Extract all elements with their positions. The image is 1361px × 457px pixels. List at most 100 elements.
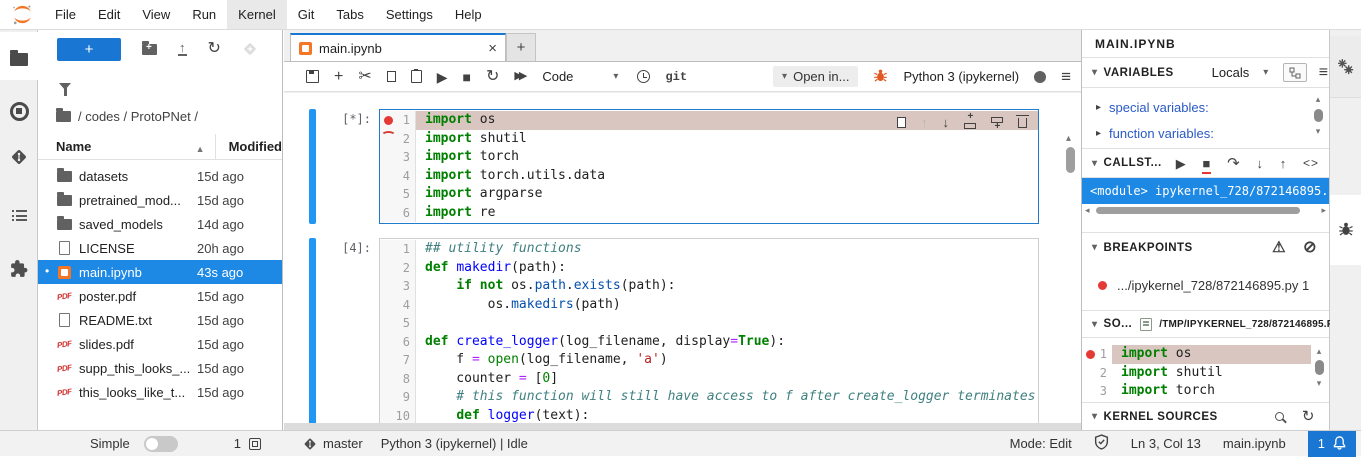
- insert-cell-below-icon[interactable]: [991, 117, 1003, 123]
- file-row[interactable]: PDFsupp_this_looks_...15d ago: [38, 356, 282, 380]
- breakpoint-gutter[interactable]: [380, 167, 396, 186]
- menu-item-kernel[interactable]: Kernel: [227, 0, 287, 29]
- deactivate-breakpoints-icon[interactable]: ⊘: [1303, 240, 1317, 256]
- scroll-up-icon[interactable]: ▴: [1066, 133, 1071, 144]
- git-clone-button[interactable]: [242, 41, 258, 57]
- refresh-icon[interactable]: ↻: [1302, 409, 1315, 424]
- kernel-name[interactable]: Python 3 (ipykernel): [903, 69, 1019, 84]
- scroll-up-icon[interactable]: ▴: [1312, 94, 1324, 105]
- tree-view-button[interactable]: [1283, 63, 1307, 82]
- cell-type-dropdown[interactable]: Code ▾: [538, 68, 622, 85]
- step-out-icon[interactable]: ↑: [1280, 157, 1287, 170]
- file-browser-tab[interactable]: [0, 44, 38, 74]
- menu-item-edit[interactable]: Edit: [87, 0, 131, 29]
- collapse-icon[interactable]: ▾: [1092, 319, 1098, 330]
- breakpoint-gutter[interactable]: [1082, 345, 1098, 364]
- run-cell-button[interactable]: ▶: [437, 70, 448, 84]
- file-row[interactable]: PDFthis_looks_like_t...15d ago: [38, 380, 282, 404]
- menu-item-settings[interactable]: Settings: [375, 0, 444, 29]
- variable-row[interactable]: ▸special variables:: [1082, 94, 1329, 120]
- continue-icon[interactable]: ▶: [1176, 157, 1187, 170]
- breakpoint-row[interactable]: .../ipykernel_728/872146895.py 1: [1082, 272, 1329, 298]
- new-tab-button[interactable]: +: [506, 33, 536, 61]
- delete-cell-icon[interactable]: [1018, 118, 1027, 128]
- collapse-icon[interactable]: ▾: [1092, 242, 1098, 253]
- scrollbar-thumb[interactable]: [1096, 207, 1300, 214]
- scroll-down-icon[interactable]: ▾: [1313, 378, 1325, 389]
- kernel-sources-section-header[interactable]: ▾ KERNEL SOURCES ↻: [1082, 402, 1329, 430]
- menu-item-view[interactable]: View: [131, 0, 181, 29]
- callstack-scrollbar[interactable]: ◂ ▸: [1082, 204, 1329, 216]
- menu-item-tabs[interactable]: Tabs: [325, 0, 374, 29]
- duplicate-cell-icon[interactable]: [897, 117, 906, 128]
- scope-dropdown[interactable]: Locals: [1212, 65, 1250, 80]
- cut-cells-button[interactable]: ✂: [358, 69, 371, 85]
- menu-item-run[interactable]: Run: [181, 0, 227, 29]
- callstack-section-header[interactable]: ▾ CALLST... ▶ ■ ↷ ↓ ↑ <>: [1082, 148, 1329, 178]
- tab-main-ipynb[interactable]: main.ipynb ×: [290, 33, 506, 61]
- cell-collapser[interactable]: [309, 238, 316, 423]
- scroll-right-icon[interactable]: ▸: [1321, 205, 1326, 216]
- column-modified[interactable]: Modified: [229, 139, 282, 154]
- breakpoint-gutter[interactable]: [1082, 364, 1098, 383]
- breakpoints-section-header[interactable]: ▾ BREAKPOINTS ⚠ ⊘: [1082, 232, 1329, 262]
- new-launcher-button[interactable]: +: [57, 38, 121, 61]
- collapse-icon[interactable]: ▾: [1092, 158, 1098, 169]
- property-inspector-tab[interactable]: [1330, 36, 1361, 98]
- column-name[interactable]: Name: [56, 139, 196, 154]
- move-cell-down-icon[interactable]: ↓: [943, 116, 950, 129]
- debugger-bug-icon[interactable]: [873, 68, 888, 86]
- kernel-status-text[interactable]: Python 3 (ipykernel) | Idle: [381, 436, 528, 451]
- file-row[interactable]: pretrained_mod...15d ago: [38, 188, 282, 212]
- git-tab[interactable]: [0, 142, 38, 172]
- table-view-icon[interactable]: ≡: [1319, 64, 1329, 82]
- step-in-icon[interactable]: ↓: [1256, 157, 1263, 170]
- menu-item-help[interactable]: Help: [444, 0, 493, 29]
- file-row[interactable]: LICENSE20h ago: [38, 236, 282, 260]
- callstack-frame[interactable]: <module> ipykernel_728/872146895.p: [1082, 178, 1329, 204]
- notebook-scrollbar[interactable]: ▴ ▾: [1063, 133, 1079, 423]
- cursor-position[interactable]: Ln 3, Col 13: [1131, 436, 1201, 451]
- expand-icon[interactable]: ▸: [1096, 128, 1101, 139]
- cell-collapser[interactable]: [309, 109, 316, 224]
- scrollbar-thumb[interactable]: [1066, 147, 1075, 173]
- simple-mode-toggle[interactable]: [144, 436, 178, 452]
- breakpoint-gutter[interactable]: [380, 204, 396, 223]
- refresh-button[interactable]: ↻: [208, 41, 221, 57]
- scroll-up-icon[interactable]: ▴: [1313, 346, 1325, 357]
- table-of-contents-tab[interactable]: [0, 200, 38, 230]
- notifications-badge[interactable]: 1: [1308, 431, 1356, 457]
- open-in-dropdown[interactable]: ▾ Open in...: [773, 66, 858, 87]
- sort-ascending-icon[interactable]: ▲: [196, 144, 205, 154]
- evaluate-code-icon[interactable]: <>: [1303, 156, 1319, 170]
- code-cell-1[interactable]: [*]: 1import os2import shutil3import tor…: [309, 109, 1039, 224]
- breadcrumb[interactable]: / codes / ProtoPNet /: [38, 104, 282, 128]
- insert-cell-button[interactable]: +: [334, 69, 343, 85]
- close-tab-icon[interactable]: ×: [488, 40, 497, 57]
- file-row[interactable]: saved_models14d ago: [38, 212, 282, 236]
- breakpoint-gutter[interactable]: [380, 148, 396, 167]
- new-folder-button[interactable]: [142, 44, 157, 55]
- file-row[interactable]: PDFslides.pdf15d ago: [38, 332, 282, 356]
- scroll-left-icon[interactable]: ◂: [1085, 205, 1090, 216]
- restart-kernel-button[interactable]: ↻: [486, 69, 499, 85]
- breakpoint-gutter[interactable]: [1082, 382, 1098, 396]
- interrupt-kernel-button[interactable]: ■: [463, 70, 471, 84]
- collapse-icon[interactable]: ▾: [1092, 67, 1098, 78]
- save-button[interactable]: [306, 70, 319, 83]
- restart-run-all-button[interactable]: ▶▶: [514, 71, 523, 82]
- code-cell-2[interactable]: [4]: 1## utility functions2def makedir(p…: [309, 238, 1039, 423]
- expand-icon[interactable]: ▸: [1096, 102, 1101, 113]
- file-row[interactable]: datasets15d ago: [38, 164, 282, 188]
- filter-icon[interactable]: [59, 83, 71, 90]
- scrollbar-thumb[interactable]: [1314, 109, 1323, 122]
- sources-section-header[interactable]: ▾ SO... /TMP/IPYKERNEL_728/872146895.PY: [1082, 310, 1329, 338]
- scrollbar-thumb[interactable]: [1315, 360, 1324, 375]
- cell-editor[interactable]: 1import os2import shutil3import torch4im…: [379, 109, 1039, 224]
- menu-item-file[interactable]: File: [44, 0, 87, 29]
- file-row[interactable]: •main.ipynb43s ago: [38, 260, 282, 284]
- move-cell-up-icon[interactable]: ↑: [921, 116, 928, 129]
- running-sessions-tab[interactable]: [0, 96, 38, 126]
- variables-scrollbar[interactable]: ▴ ▾: [1312, 94, 1324, 146]
- mode-indicator[interactable]: Mode: Edit: [1010, 436, 1072, 451]
